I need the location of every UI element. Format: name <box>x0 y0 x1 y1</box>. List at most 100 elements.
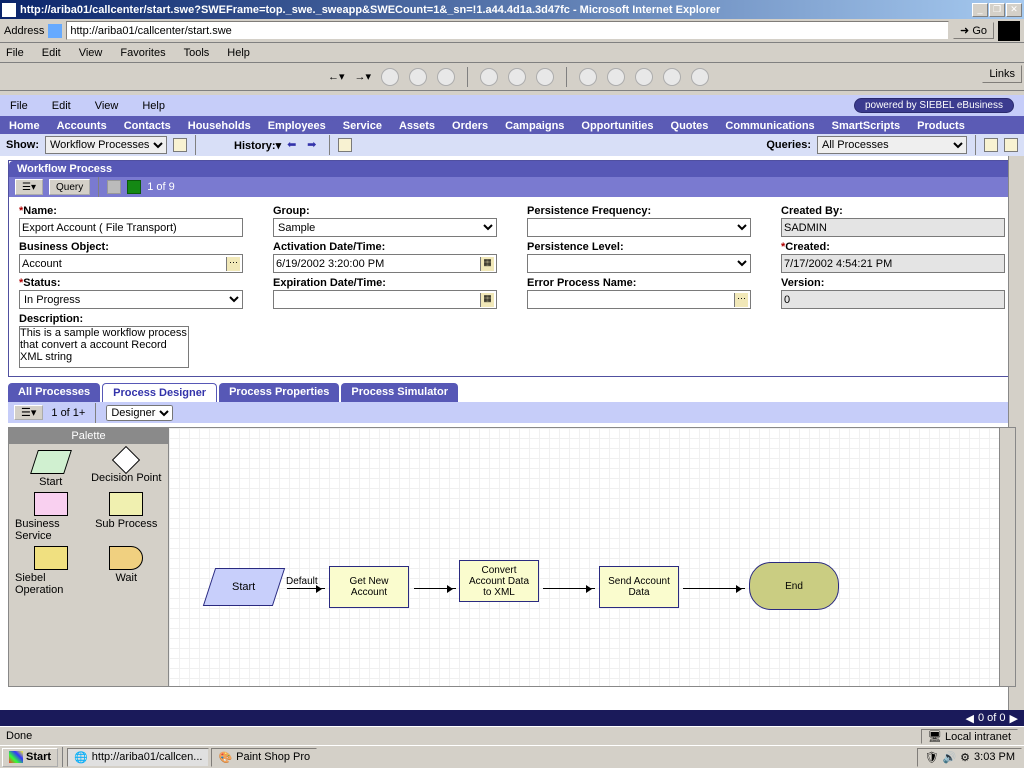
connector[interactable] <box>543 588 595 589</box>
tab-home[interactable]: Home <box>2 118 47 134</box>
tray-icon[interactable]: 🛡 <box>924 751 938 764</box>
designer-select[interactable]: Designer <box>106 405 173 421</box>
reports-icon[interactable] <box>1004 138 1018 152</box>
persist-freq-select[interactable] <box>527 218 751 237</box>
home-icon[interactable] <box>437 68 455 86</box>
palette-wait[interactable]: Wait <box>91 546 163 596</box>
refresh-icon[interactable] <box>409 68 427 86</box>
node-send-account-data[interactable]: Send Account Data <box>599 566 679 608</box>
siebel-menu-edit[interactable]: Edit <box>52 100 71 112</box>
applet-menu-button[interactable]: ☰▾ <box>15 179 43 195</box>
query-button[interactable]: Query <box>49 179 90 195</box>
print-icon[interactable] <box>607 68 625 86</box>
taskbar-item-psp[interactable]: 🎨 Paint Shop Pro <box>211 748 317 767</box>
minimize-button[interactable]: _ <box>972 3 988 17</box>
tab-products[interactable]: Products <box>910 118 972 134</box>
close-button[interactable]: ✕ <box>1006 3 1022 17</box>
next-record-button[interactable] <box>127 180 141 194</box>
picker-icon[interactable]: ⋯ <box>734 293 748 307</box>
back-button[interactable]: ←▾ <box>328 70 345 83</box>
siebel-menu-file[interactable]: File <box>10 100 28 112</box>
subtab-process-designer[interactable]: Process Designer <box>102 383 217 402</box>
go-button[interactable]: ➜ Go <box>953 22 994 39</box>
tab-campaigns[interactable]: Campaigns <box>498 118 571 134</box>
canvas[interactable]: Start Default Get New Account Convert Ac… <box>169 428 999 686</box>
tab-service[interactable]: Service <box>336 118 389 134</box>
tab-accounts[interactable]: Accounts <box>50 118 114 134</box>
palette-decision-point[interactable]: Decision Point <box>91 450 163 488</box>
connector[interactable] <box>683 588 745 589</box>
prev-record-button[interactable] <box>107 180 121 194</box>
node-convert-account-data[interactable]: Convert Account Data to XML <box>459 560 539 602</box>
subtab-process-simulator[interactable]: Process Simulator <box>341 383 458 402</box>
site-map-icon[interactable] <box>338 138 352 152</box>
history-icon[interactable] <box>536 68 554 86</box>
history-back-icon[interactable]: ⬅ <box>287 138 301 152</box>
show-go-icon[interactable] <box>173 138 187 152</box>
clock[interactable]: 3:03 PM <box>974 751 1015 763</box>
connector[interactable] <box>414 588 456 589</box>
tray-icon[interactable]: 🔊 <box>942 751 956 764</box>
ie-menu-favorites[interactable]: Favorites <box>120 47 165 59</box>
expiration-field[interactable]: ▦ <box>273 290 497 309</box>
canvas-scrollbar[interactable] <box>999 428 1015 686</box>
palette-start[interactable]: Start <box>15 450 87 488</box>
queries-select[interactable]: All Processes <box>817 136 967 154</box>
tab-contacts[interactable]: Contacts <box>117 118 178 134</box>
tab-smartscripts[interactable]: SmartScripts <box>825 118 907 134</box>
tab-orders[interactable]: Orders <box>445 118 495 134</box>
tab-assets[interactable]: Assets <box>392 118 442 134</box>
node-end[interactable]: End <box>749 562 839 610</box>
taskbar-item-ie[interactable]: 🌐 http://ariba01/callcen... <box>67 748 209 767</box>
edit-icon[interactable] <box>635 68 653 86</box>
tab-opportunities[interactable]: Opportunities <box>574 118 660 134</box>
system-tray[interactable]: 🛡 🔊 ⚙ 3:03 PM <box>917 748 1022 767</box>
activation-field[interactable]: 6/19/2002 3:20:00 PM▦ <box>273 254 497 273</box>
description-field[interactable] <box>19 326 189 368</box>
show-select[interactable]: Workflow Processes <box>45 136 167 154</box>
siebel-menu-help[interactable]: Help <box>142 100 165 112</box>
subtab-all-processes[interactable]: All Processes <box>8 383 100 402</box>
subapplet-menu-button[interactable]: ☰▾ <box>14 405 43 420</box>
restore-button[interactable]: ❐ <box>989 3 1005 17</box>
ie-menu-tools[interactable]: Tools <box>184 47 210 59</box>
search-icon[interactable] <box>480 68 498 86</box>
nav-prev-icon[interactable]: ◀ <box>966 712 974 725</box>
ie-menu-file[interactable]: File <box>6 47 24 59</box>
tab-communications[interactable]: Communications <box>718 118 821 134</box>
tab-households[interactable]: Households <box>181 118 258 134</box>
ie-menu-help[interactable]: Help <box>227 47 250 59</box>
ie-menu-edit[interactable]: Edit <box>42 47 61 59</box>
node-start[interactable]: Start <box>203 568 285 606</box>
persist-level-select[interactable] <box>527 254 751 273</box>
links-button[interactable]: Links <box>982 65 1022 83</box>
tray-icon[interactable]: ⚙ <box>960 751 970 764</box>
status-select[interactable]: In Progress <box>19 290 243 309</box>
stop-icon[interactable] <box>381 68 399 86</box>
calendar-icon[interactable]: ▦ <box>480 257 494 271</box>
address-input[interactable] <box>66 21 949 40</box>
siebel-menu-view[interactable]: View <box>95 100 119 112</box>
group-select[interactable]: Sample <box>273 218 497 237</box>
calendar-icon[interactable]: ▦ <box>480 293 494 307</box>
tab-quotes[interactable]: Quotes <box>664 118 716 134</box>
favorites-icon[interactable] <box>508 68 526 86</box>
research-icon[interactable] <box>691 68 709 86</box>
dashboard-icon[interactable] <box>984 138 998 152</box>
palette-siebel-operation[interactable]: Siebel Operation <box>15 546 87 596</box>
mail-icon[interactable] <box>579 68 597 86</box>
error-proc-field[interactable]: ⋯ <box>527 290 751 309</box>
subtab-process-properties[interactable]: Process Properties <box>219 383 339 402</box>
tab-employees[interactable]: Employees <box>261 118 333 134</box>
business-object-field[interactable]: Account⋯ <box>19 254 243 273</box>
name-field[interactable]: Export Account ( File Transport) <box>19 218 243 237</box>
picker-icon[interactable]: ⋯ <box>226 257 240 271</box>
nav-next-icon[interactable]: ▶ <box>1010 712 1018 725</box>
palette-sub-process[interactable]: Sub Process <box>91 492 163 542</box>
forward-button[interactable]: →▾ <box>355 70 372 83</box>
discuss-icon[interactable] <box>663 68 681 86</box>
start-button[interactable]: Start <box>2 748 58 767</box>
connector[interactable] <box>287 588 325 589</box>
palette-business-service[interactable]: Business Service <box>15 492 87 542</box>
ie-menu-view[interactable]: View <box>79 47 103 59</box>
